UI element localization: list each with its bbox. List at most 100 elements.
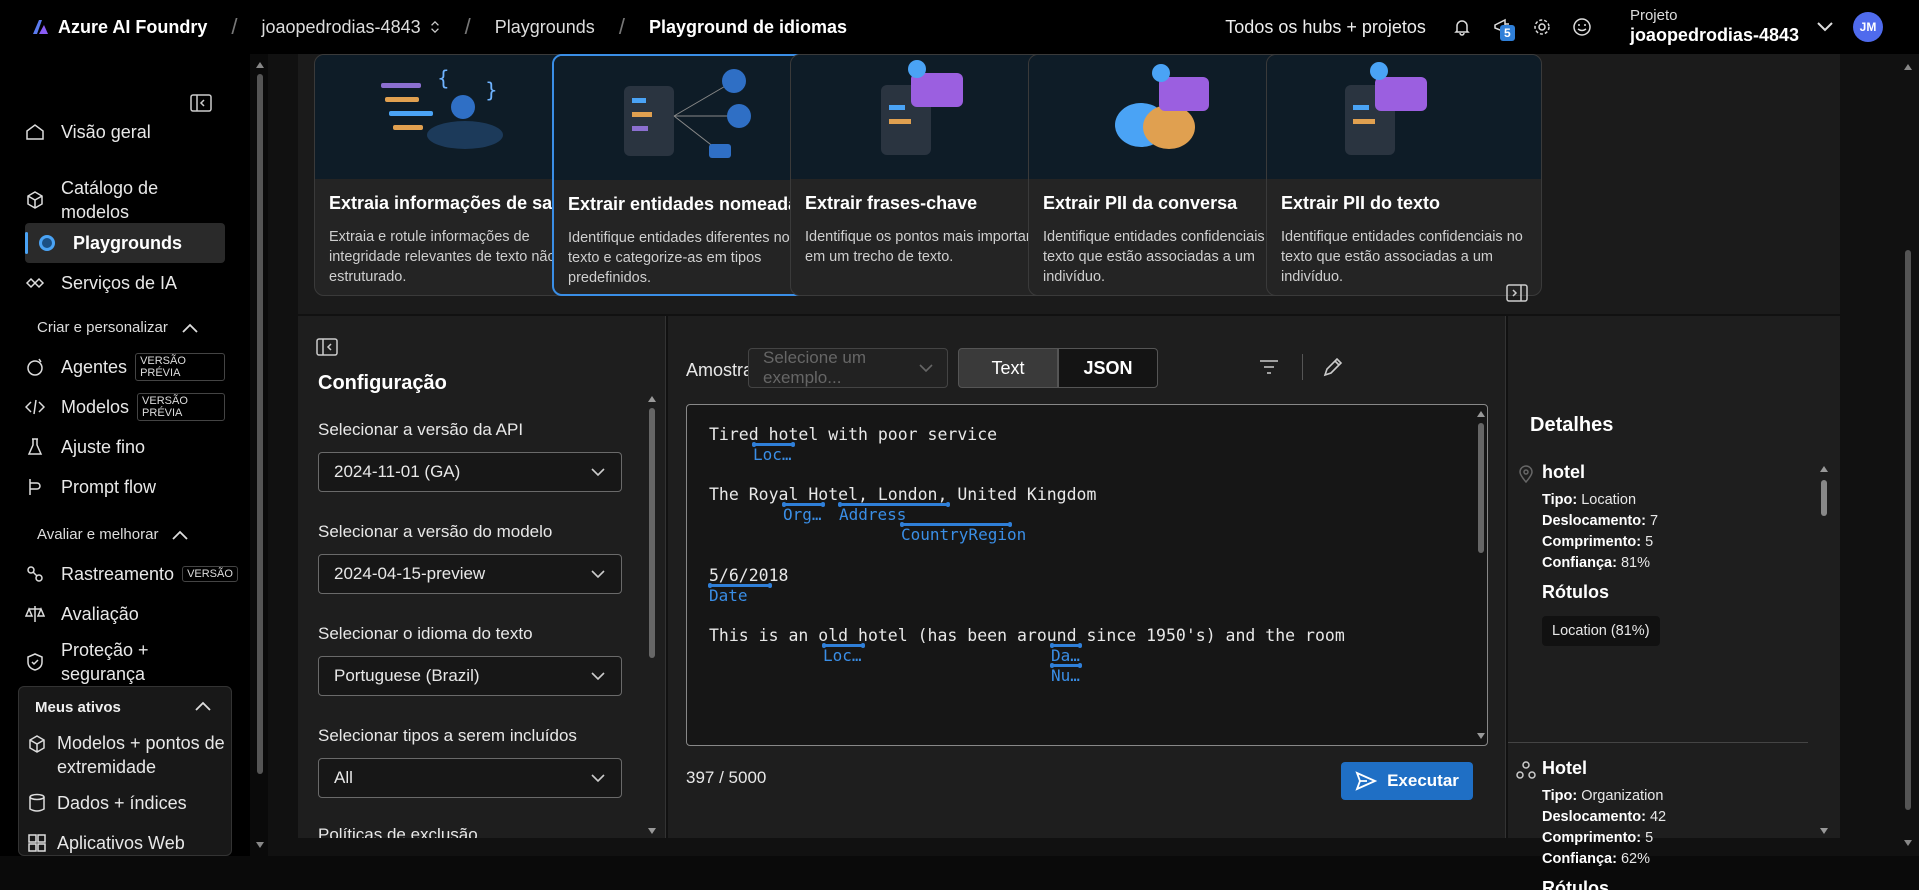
sidebar-item-label: Avaliação bbox=[61, 603, 139, 624]
details-panel: Detalhes hotel Tipo: Location Deslocamen… bbox=[1508, 316, 1840, 890]
location-pin-icon bbox=[1519, 465, 1533, 484]
editor-scrollbar[interactable] bbox=[1477, 411, 1485, 741]
entity-tag-country[interactable]: CountryRegion bbox=[901, 525, 1026, 544]
entity-field-key: Tipo: bbox=[1542, 788, 1578, 804]
card-named-entities[interactable]: Extrair entidades nomeadas Identifique e… bbox=[552, 54, 828, 296]
sidebar-item-label: Playgrounds bbox=[73, 232, 183, 253]
gear-icon[interactable] bbox=[1530, 15, 1554, 39]
sidebar-item-overview[interactable]: Visão geral bbox=[25, 116, 225, 148]
bell-icon[interactable] bbox=[1450, 15, 1474, 39]
sidebar-item-label: Ajuste fino bbox=[61, 436, 146, 457]
model-version-select[interactable]: 2024-04-15-preview bbox=[318, 554, 622, 594]
card-pii-text[interactable]: Extrair PII do texto Identifique entidad… bbox=[1266, 54, 1542, 296]
sidebar-item-label: Aplicativos Web bbox=[57, 833, 185, 853]
announcements-icon[interactable]: 5 bbox=[1490, 15, 1515, 41]
sidebar-item-evaluation[interactable]: Avaliação bbox=[25, 598, 225, 630]
section-eval-header[interactable]: Avaliar e melhorar bbox=[37, 526, 189, 543]
card-title: Extraia informações de saúde bbox=[329, 193, 585, 213]
card-description: Identifique entidades confidenciais no t… bbox=[1043, 229, 1285, 285]
config-scrollbar[interactable] bbox=[648, 396, 656, 836]
sidebar-item-label: Modelos bbox=[61, 396, 130, 417]
shield-icon bbox=[27, 653, 43, 671]
preview-tag: VERSÃO PRÉVIA bbox=[137, 393, 225, 421]
card-title: Extrair PII da conversa bbox=[1043, 193, 1238, 213]
text-language-select[interactable]: Portuguese (Brazil) bbox=[318, 656, 622, 696]
tab-text[interactable]: Text bbox=[958, 348, 1058, 388]
run-button[interactable]: Executar bbox=[1341, 762, 1473, 800]
hub-selector[interactable]: joaopedrodias-4843 bbox=[261, 17, 440, 38]
sidebar-item-label: Rastreamento bbox=[61, 563, 175, 584]
chevron-up-icon bbox=[182, 323, 198, 333]
text-editor[interactable]: Tired hotel with poor service Loc… The R… bbox=[686, 404, 1488, 746]
card-key-phrases[interactable]: Extrair frases-chave Identifique os pont… bbox=[790, 54, 1066, 296]
pencil-edit-icon[interactable] bbox=[1322, 356, 1344, 378]
sidebar-item-ai-services[interactable]: Serviços de IA bbox=[25, 267, 225, 299]
breadcrumb-playgrounds[interactable]: Playgrounds bbox=[495, 17, 595, 38]
brand[interactable]: Azure AI Foundry bbox=[30, 17, 207, 38]
card-pii-conversation[interactable]: Extrair PII da conversa Identifique enti… bbox=[1028, 54, 1304, 296]
entity-tag-date[interactable]: Da… bbox=[1051, 646, 1080, 665]
page-scrollbar[interactable] bbox=[1902, 60, 1914, 850]
details-scrollbar[interactable] bbox=[1820, 466, 1828, 836]
all-hubs-link[interactable]: Todos os hubs + projetos bbox=[1225, 17, 1426, 38]
entity-tag-location[interactable]: Loc… bbox=[823, 646, 862, 665]
chevron-up-icon[interactable] bbox=[195, 701, 211, 711]
collapse-sidebar-icon[interactable] bbox=[190, 94, 212, 112]
card-description: Identifique entidades confidenciais no t… bbox=[1281, 229, 1523, 285]
sample-select[interactable]: Selecione um exemplo... bbox=[748, 348, 948, 388]
avatar[interactable]: JM bbox=[1853, 12, 1883, 42]
entity-tag-number[interactable]: Nu… bbox=[1051, 666, 1080, 685]
card-title: Extrair PII do texto bbox=[1281, 193, 1441, 213]
filter-icon[interactable] bbox=[1258, 358, 1280, 376]
card-health-extraction[interactable]: {} Extraia informações de saúde Extraia … bbox=[314, 54, 590, 296]
preview-tag: VERSÃO PRÉVIA bbox=[135, 353, 225, 381]
entity-field-key: Comprimento: bbox=[1542, 534, 1642, 550]
main-content: {} Extraia informações de saúde Extraia … bbox=[268, 54, 1919, 890]
entity-type: Tipo: Location bbox=[1542, 492, 1636, 508]
sidebar-scrollbar[interactable] bbox=[255, 60, 265, 850]
sidebar-item-label: Serviços de IA bbox=[61, 272, 178, 293]
entity-field-value: 81% bbox=[1620, 555, 1650, 571]
sidebar-item-web-apps[interactable]: Aplicativos Web bbox=[27, 833, 185, 854]
card-title: Extrair frases-chave bbox=[805, 193, 978, 213]
api-version-select[interactable]: 2024-11-01 (GA) bbox=[318, 452, 622, 492]
configuration-panel: Configuração Selecionar a versão da API … bbox=[298, 316, 666, 838]
sidebar: Visão geral Catálogo de modelos Playgrou… bbox=[0, 54, 250, 856]
sidebar-item-fine-tuning[interactable]: Ajuste fino bbox=[25, 431, 225, 463]
sidebar-item-data-indexes[interactable]: Dados + índices bbox=[27, 793, 187, 814]
sidebar-item-prompt-flow[interactable]: Prompt flow bbox=[25, 471, 225, 503]
card-illustration bbox=[554, 56, 826, 180]
section-title: Criar e personalizar bbox=[37, 319, 168, 336]
project-selector[interactable]: Projeto joaopedrodias-4843 bbox=[1630, 7, 1799, 47]
sidebar-item-models[interactable]: Modelos VERSÃO PRÉVIA bbox=[25, 391, 225, 423]
entity-confidence: Confiança: 81% bbox=[1542, 555, 1650, 571]
types-select[interactable]: All bbox=[318, 758, 622, 798]
chevron-down-icon[interactable] bbox=[1817, 22, 1833, 32]
entity-tag-location[interactable]: Loc… bbox=[753, 445, 792, 464]
sidebar-item-playgrounds[interactable]: Playgrounds bbox=[25, 223, 225, 263]
capability-cards: {} Extraia informações de saúde Extraia … bbox=[298, 54, 1840, 314]
sample-label: Amostra bbox=[686, 360, 754, 380]
entity-field-value: 42 bbox=[1649, 809, 1667, 825]
label-chip: Location (81%) bbox=[1542, 616, 1660, 646]
details-panel-toggle-icon[interactable] bbox=[1506, 284, 1528, 302]
entity-tag-address[interactable]: Address bbox=[839, 505, 906, 524]
feedback-smiley-icon[interactable] bbox=[1570, 15, 1594, 39]
entity-tag-organization[interactable]: Org… bbox=[783, 505, 822, 524]
sidebar-item-tracing[interactable]: Rastreamento VERSÃO bbox=[25, 558, 238, 590]
azure-logo-icon bbox=[33, 20, 48, 34]
tab-json[interactable]: JSON bbox=[1058, 348, 1158, 388]
sidebar-item-model-catalog[interactable]: Catálogo de modelos bbox=[25, 176, 225, 224]
entity-field-key: Deslocamento: bbox=[1542, 809, 1646, 825]
sidebar-item-models-endpoints[interactable]: Modelos + pontos de extremidade bbox=[27, 731, 237, 779]
entity-field-value: 5 bbox=[1645, 534, 1654, 550]
sidebar-item-agents[interactable]: Agentes VERSÃO PRÉVIA bbox=[25, 351, 225, 383]
chat-bubble-icon bbox=[39, 235, 55, 251]
breadcrumb-separator: / bbox=[464, 14, 471, 39]
section-build-header[interactable]: Criar e personalizar bbox=[37, 319, 198, 336]
collapse-panel-icon[interactable] bbox=[316, 338, 338, 356]
detail-divider bbox=[1508, 742, 1808, 743]
entity-tag-date[interactable]: Date bbox=[709, 586, 748, 605]
sidebar-item-safety[interactable]: Proteção + segurança bbox=[25, 638, 225, 686]
entity-name: hotel bbox=[1542, 462, 1585, 482]
